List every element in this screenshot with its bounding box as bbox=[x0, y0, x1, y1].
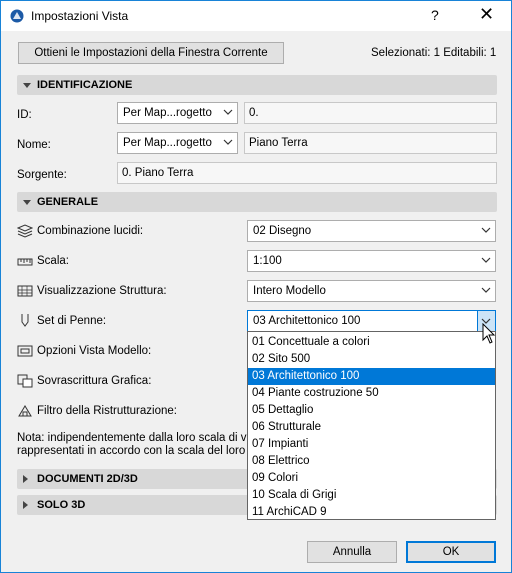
nome-source-value: Per Map...rogetto bbox=[123, 137, 212, 149]
id-field[interactable]: 0. bbox=[244, 102, 497, 124]
title-bar: Impostazioni Vista ? ✕ bbox=[1, 1, 511, 31]
pen-set-option-label: 01 Concettuale a colori bbox=[252, 336, 370, 348]
expand-arrow-icon bbox=[23, 475, 28, 483]
chevron-down-icon bbox=[481, 257, 491, 263]
chevron-down-icon bbox=[223, 109, 233, 115]
pen-set-option[interactable]: 08 Elettrico bbox=[248, 453, 495, 470]
pen-set-dropdown-list[interactable]: 01 Concettuale a colori 02 Sito 500 03 Arc… bbox=[247, 331, 496, 520]
ok-button[interactable]: OK bbox=[406, 541, 496, 563]
note-line-2: rappresentati in accordo con la scala de… bbox=[17, 445, 246, 457]
pen-set-option[interactable]: 05 Dettaglio bbox=[248, 402, 495, 419]
pen-set-option-label: 05 Dettaglio bbox=[252, 404, 314, 416]
pen-set-option[interactable]: 10 Scala di Grigi bbox=[248, 487, 495, 504]
section-title: GENERALE bbox=[37, 196, 99, 208]
renovation-filter-icon bbox=[18, 405, 32, 417]
selection-info: Selezionati: 1 Editabili: 1 bbox=[371, 47, 497, 59]
collapse-arrow-icon bbox=[23, 83, 31, 88]
note-line-1: Nota: indipendentemente dalla loro scala… bbox=[17, 432, 247, 444]
pen-set-option[interactable]: 02 Sito 500 bbox=[248, 351, 495, 368]
nome-source-combo[interactable]: Per Map...rogetto bbox=[117, 132, 238, 154]
window-title: Impostazioni Vista bbox=[31, 9, 129, 23]
cancel-button[interactable]: Annulla bbox=[307, 541, 397, 563]
id-label: ID: bbox=[17, 109, 32, 121]
chevron-down-icon bbox=[223, 139, 233, 145]
chevron-down-icon bbox=[481, 227, 491, 233]
scala-combo[interactable]: 1:100 bbox=[247, 250, 496, 272]
pen-set-option-label: 02 Sito 500 bbox=[252, 353, 311, 365]
lucidi-combo[interactable]: 02 Disegno bbox=[247, 220, 496, 242]
struttura-combo[interactable]: Intero Modello bbox=[247, 280, 496, 302]
scala-label: Scala: bbox=[37, 255, 69, 267]
penne-value: 03 Architettonico 100 bbox=[253, 315, 361, 327]
id-value: 0. bbox=[249, 107, 259, 119]
struttura-value: Intero Modello bbox=[253, 285, 326, 297]
pen-set-option-label: 07 Impianti bbox=[252, 438, 309, 450]
mouse-cursor-icon bbox=[482, 323, 496, 344]
scala-value: 1:100 bbox=[253, 255, 282, 267]
section-identificazione[interactable]: IDENTIFICAZIONE bbox=[17, 75, 497, 95]
pen-set-option-label: 10 Scala di Grigi bbox=[252, 489, 337, 501]
section-title: IDENTIFICAZIONE bbox=[37, 79, 133, 91]
sorgente-label: Sorgente: bbox=[17, 169, 67, 181]
ruler-icon bbox=[17, 258, 33, 266]
close-button[interactable]: ✕ bbox=[479, 4, 494, 25]
collapse-arrow-icon bbox=[23, 200, 31, 205]
penne-label: Set di Penne: bbox=[37, 315, 107, 327]
lucidi-label: Combinazione lucidi: bbox=[37, 225, 144, 237]
sovrascrittura-label: Sovrascrittura Grafica: bbox=[37, 375, 152, 387]
pen-set-option-label: 06 Strutturale bbox=[252, 421, 322, 433]
chevron-down-icon bbox=[481, 287, 491, 293]
pen-set-option-label: 03 Architettonico 100 bbox=[252, 370, 360, 382]
structure-display-icon bbox=[17, 285, 33, 297]
sorgente-value: 0. Piano Terra bbox=[122, 167, 194, 179]
struttura-label: Visualizzazione Struttura: bbox=[37, 285, 167, 297]
pen-set-option-label: 11 ArchiCAD 9 bbox=[252, 506, 327, 518]
sorgente-field: 0. Piano Terra bbox=[117, 162, 497, 184]
pen-set-option[interactable]: 03 Architettonico 100 bbox=[248, 368, 495, 385]
layers-icon bbox=[17, 224, 33, 238]
get-current-window-settings-button[interactable]: Ottieni le Impostazioni della Finestra C… bbox=[18, 42, 284, 64]
help-button[interactable]: ? bbox=[431, 7, 439, 23]
dialog-window: Impostazioni Vista ? ✕ Ottieni le Impost… bbox=[0, 0, 512, 573]
pen-set-option[interactable]: 01 Concettuale a colori bbox=[248, 334, 495, 351]
section-generale[interactable]: GENERALE bbox=[17, 192, 497, 212]
pen-set-option[interactable]: 11 ArchiCAD 9 bbox=[248, 504, 495, 521]
section-title: DOCUMENTI 2D/3D bbox=[37, 473, 138, 485]
filtro-label: Filtro della Ristrutturazione: bbox=[37, 405, 177, 417]
opzioni-label: Opzioni Vista Modello: bbox=[37, 345, 152, 357]
pen-set-option[interactable]: 04 Piante costruzione 50 bbox=[248, 385, 495, 402]
nome-field[interactable]: Piano Terra bbox=[244, 132, 497, 154]
pen-set-option-label: 04 Piante costruzione 50 bbox=[252, 387, 379, 399]
pen-set-option[interactable]: 09 Colori bbox=[248, 470, 495, 487]
pen-set-option[interactable]: 07 Impianti bbox=[248, 436, 495, 453]
pen-set-option[interactable]: 06 Strutturale bbox=[248, 419, 495, 436]
model-view-options-icon bbox=[17, 345, 33, 357]
pen-set-option-label: 08 Elettrico bbox=[252, 455, 310, 467]
nome-value: Piano Terra bbox=[249, 137, 308, 149]
graphic-override-icon bbox=[17, 374, 33, 388]
pen-icon bbox=[21, 314, 29, 327]
section-title: SOLO 3D bbox=[37, 499, 86, 511]
nome-label: Nome: bbox=[17, 139, 51, 151]
id-source-value: Per Map...rogetto bbox=[123, 107, 212, 119]
archicad-app-icon bbox=[10, 9, 24, 23]
pen-set-option-label: 09 Colori bbox=[252, 472, 299, 484]
lucidi-value: 02 Disegno bbox=[253, 225, 312, 237]
id-source-combo[interactable]: Per Map...rogetto bbox=[117, 102, 238, 124]
expand-arrow-icon bbox=[23, 501, 28, 509]
penne-combo[interactable]: 03 Architettonico 100 bbox=[247, 310, 496, 332]
